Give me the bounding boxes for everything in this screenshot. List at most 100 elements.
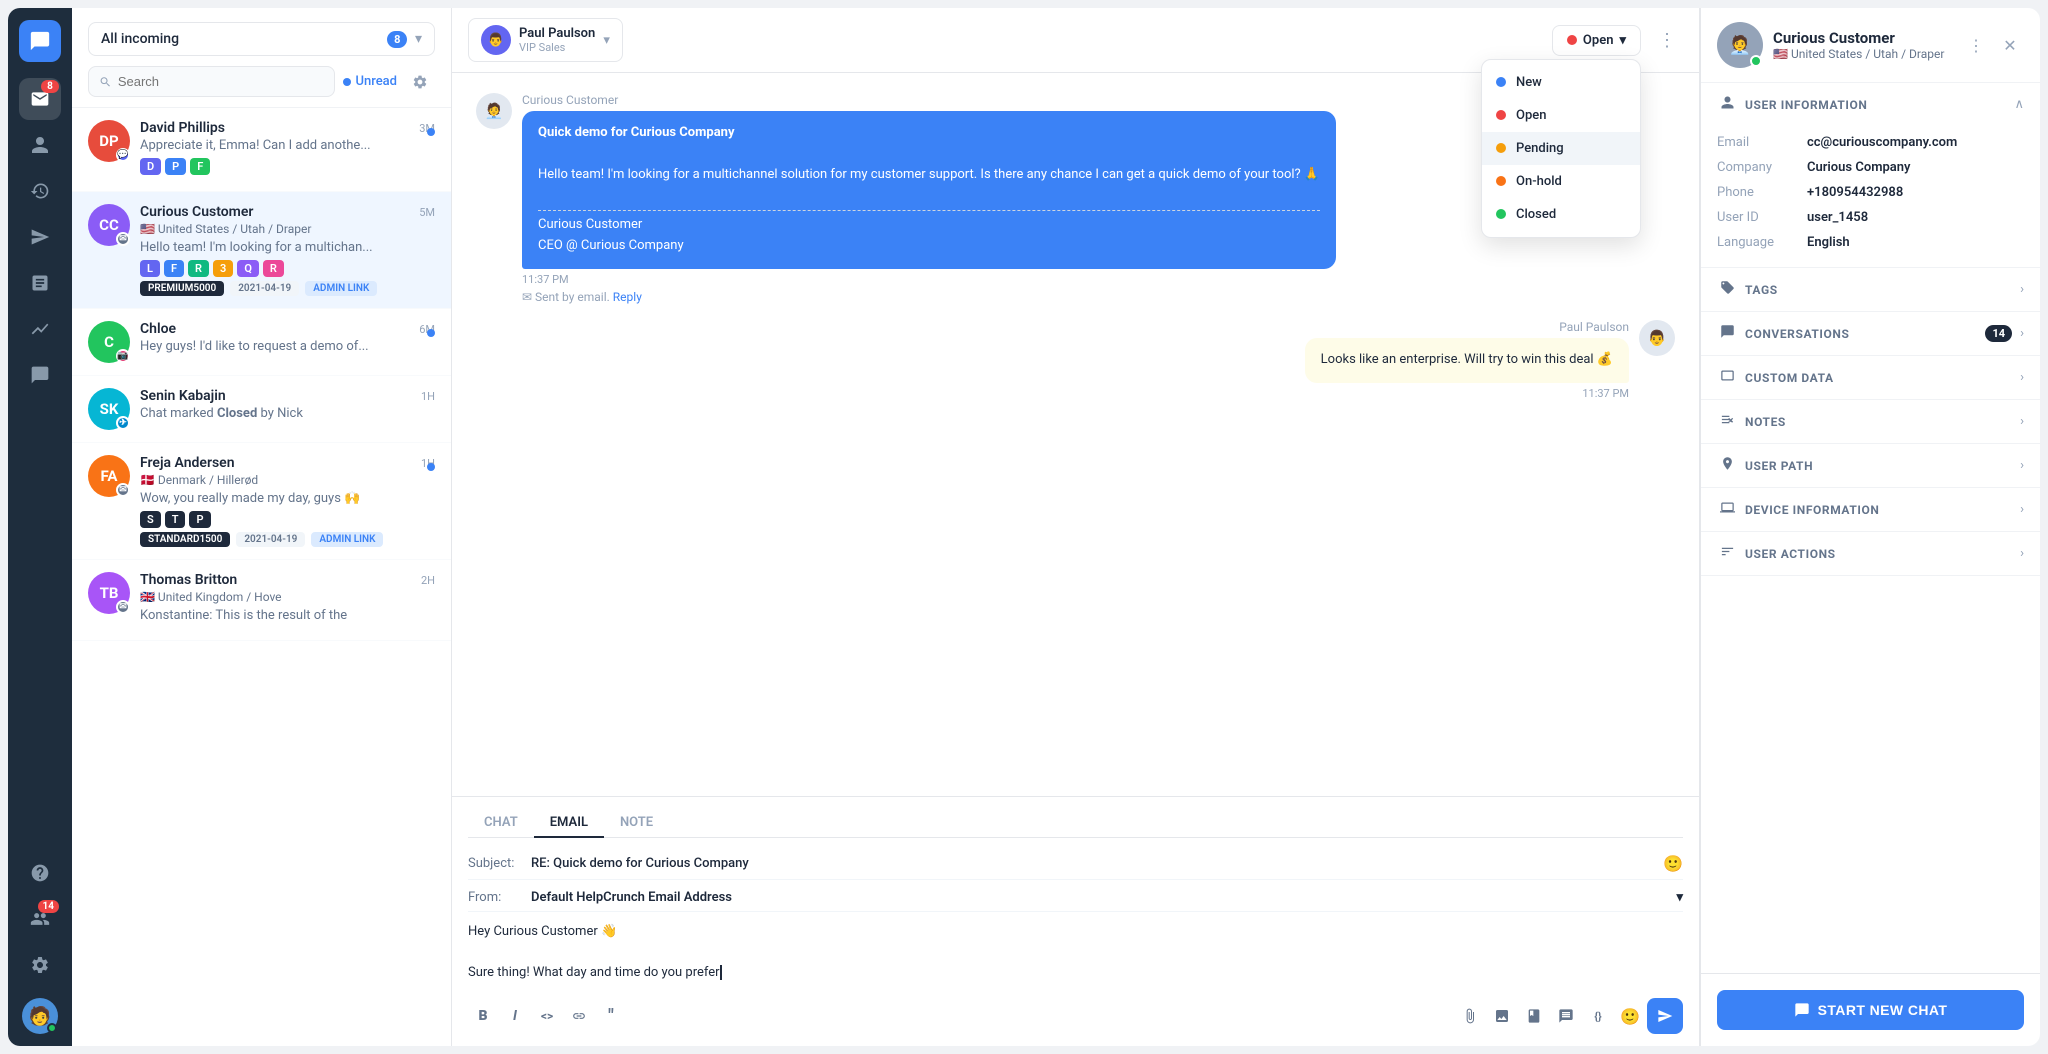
chat-header: 👨 Paul Paulson VIP Sales ▾ Open ▾ New [452, 8, 1699, 73]
nav-history[interactable] [19, 170, 61, 212]
unread-label: Unread [355, 74, 397, 89]
nav-inbox[interactable]: 8 [19, 78, 61, 120]
chat-more-btn[interactable]: ⋮ [1651, 24, 1683, 56]
tag-r: R [188, 260, 209, 277]
filter-label: All incoming [101, 31, 179, 47]
person-icon [1717, 95, 1737, 114]
status-option-new[interactable]: New [1482, 66, 1640, 99]
tab-email[interactable]: EMAIL [534, 809, 604, 838]
nav-campaigns[interactable] [19, 216, 61, 258]
left-navigation: 8 [8, 8, 72, 1046]
tab-chat[interactable]: CHAT [468, 809, 534, 838]
bold-btn[interactable]: B [468, 1001, 498, 1031]
email-value: cc@curiouscompany.com [1807, 135, 1957, 150]
notes-chevron-icon: › [2020, 414, 2024, 429]
tag-f: F [190, 158, 210, 175]
device-info-chevron-icon: › [2020, 502, 2024, 517]
msg-group-agent: 👨 Paul Paulson Looks like an enterprise.… [476, 320, 1675, 400]
more-options-btn[interactable]: ⋮ [1962, 31, 1990, 59]
start-new-chat-button[interactable]: START NEW CHAT [1717, 990, 2024, 1030]
conv-item-freja[interactable]: FA ✉ Freja Andersen 1H 🇩🇰 Denmark / Hill… [72, 443, 451, 560]
language-value: English [1807, 235, 1850, 250]
nav-knowledge[interactable] [19, 262, 61, 304]
send-button[interactable] [1647, 998, 1683, 1034]
agent-select[interactable]: 👨 Paul Paulson VIP Sales ▾ [468, 18, 623, 62]
customer-flag: 🇺🇸 [1773, 47, 1788, 61]
template-btn[interactable] [1551, 1001, 1581, 1031]
tags-chevron-icon: › [2020, 282, 2024, 297]
msg-time-agent: 11:37 PM [1305, 387, 1629, 400]
status-option-pending[interactable]: Pending [1482, 132, 1640, 165]
tab-note[interactable]: NOTE [604, 809, 669, 838]
conv-item-thomas[interactable]: TB ✉ Thomas Britton 2H 🇬🇧 United Kingdom… [72, 560, 451, 641]
search-input[interactable] [118, 74, 325, 89]
tags-header[interactable]: TAGS › [1701, 268, 2040, 311]
user-info-chevron-icon: ∧ [2014, 97, 2024, 112]
nav-chat[interactable] [19, 354, 61, 396]
filter-select[interactable]: All incoming 8 ▾ [88, 22, 435, 56]
agent-avatar: 👨 [481, 25, 511, 55]
info-email: Email cc@curiouscompany.com [1717, 130, 2024, 155]
custom-data-icon [1717, 368, 1737, 387]
italic-btn[interactable]: I [500, 1001, 530, 1031]
image-btn[interactable] [1487, 1001, 1517, 1031]
conv-item-senin[interactable]: SK ✈ Senin Kabajin 1H Chat marked Closed… [72, 376, 451, 443]
app-logo[interactable] [19, 20, 61, 62]
user-avatar[interactable]: 🧑 [22, 998, 58, 1034]
close-panel-btn[interactable]: ✕ [1996, 31, 2024, 59]
agent-role: VIP Sales [519, 41, 595, 54]
attach-btn[interactable] [1455, 1001, 1485, 1031]
code-btn[interactable]: <> [532, 1001, 562, 1031]
status-option-open[interactable]: Open [1482, 99, 1640, 132]
nav-settings[interactable] [19, 944, 61, 986]
status-button[interactable]: Open ▾ [1552, 25, 1641, 56]
tags-title: TAGS [1745, 283, 2012, 297]
conv-item-chloe[interactable]: C 📷 Chloe 6M Hey guys! I'd like to reque… [72, 309, 451, 376]
notes-icon [1717, 412, 1737, 431]
tag-icon [1717, 280, 1737, 299]
emoji-picker-btn[interactable]: 🙂 [1615, 1001, 1645, 1031]
kb-btn[interactable] [1519, 1001, 1549, 1031]
unread-indicator-freja [427, 463, 435, 471]
nav-reports[interactable] [19, 308, 61, 350]
status-option-closed[interactable]: Closed [1482, 198, 1640, 231]
user-path-header[interactable]: USER PATH › [1701, 444, 2040, 487]
custom-data-header[interactable]: CUSTOM DATA › [1701, 356, 2040, 399]
conv-item-curious[interactable]: CC ✉ Curious Customer 5M 🇺🇸 United State… [72, 192, 451, 309]
status-dropdown-wrap: Open ▾ New Open Pending [1552, 25, 1641, 56]
unread-indicator-david [427, 128, 435, 136]
compose-tabs: CHAT EMAIL NOTE [468, 809, 1683, 838]
unread-filter-btn[interactable]: Unread [343, 74, 397, 89]
code-block-btn[interactable]: {} [1583, 1001, 1613, 1031]
agent-name: Paul Paulson [519, 26, 595, 41]
status-option-onhold[interactable]: On-hold [1482, 165, 1640, 198]
reply-link[interactable]: Reply [613, 290, 642, 304]
conv-content-david: David Phillips 3M Appreciate it, Emma! C… [140, 120, 435, 179]
device-info-header[interactable]: DEVICE INFORMATION › [1701, 488, 2040, 531]
subject-value[interactable]: RE: Quick demo for Curious Company [531, 856, 1655, 871]
emoji-btn[interactable]: 🙂 [1663, 854, 1683, 873]
msg-bubble-agent: Looks like an enterprise. Will try to wi… [1305, 338, 1629, 383]
notes-header[interactable]: NOTES › [1701, 400, 2040, 443]
unread-indicator-chloe [427, 329, 435, 337]
nav-contacts[interactable] [19, 124, 61, 166]
link-btn[interactable] [564, 1001, 594, 1031]
from-select[interactable]: Default HelpCrunch Email Address ▾ [531, 890, 1683, 905]
channel-badge-thomas: ✉ [116, 600, 130, 614]
conv-preview-curious: Hello team! I'm looking for a multichan.… [140, 240, 435, 255]
compose-body[interactable]: Hey Curious Customer 👋 Sure thing! What … [468, 916, 1683, 990]
customer-online-dot [1750, 55, 1762, 67]
nav-help[interactable] [19, 852, 61, 894]
user-info-header[interactable]: USER INFORMATION ∧ [1701, 83, 2040, 126]
settings-gear-btn[interactable] [405, 67, 435, 97]
channel-badge-curious: ✉ [116, 232, 130, 246]
conv-item-david[interactable]: DP 💬 David Phillips 3M Appreciate it, Em… [72, 108, 451, 192]
conv-name-senin: Senin Kabajin [140, 388, 226, 404]
channel-badge-chloe: 📷 [116, 349, 130, 363]
quote-btn[interactable]: " [596, 1001, 626, 1031]
nav-team[interactable]: 14 [19, 898, 61, 940]
status-dropdown: New Open Pending On-hold Closed [1481, 59, 1641, 238]
customer-location-text: United States / Utah / Draper [1791, 47, 1944, 61]
user-actions-header[interactable]: USER ACTIONS › [1701, 532, 2040, 575]
conversations-header[interactable]: CONVERSATIONS 14 › [1701, 312, 2040, 355]
